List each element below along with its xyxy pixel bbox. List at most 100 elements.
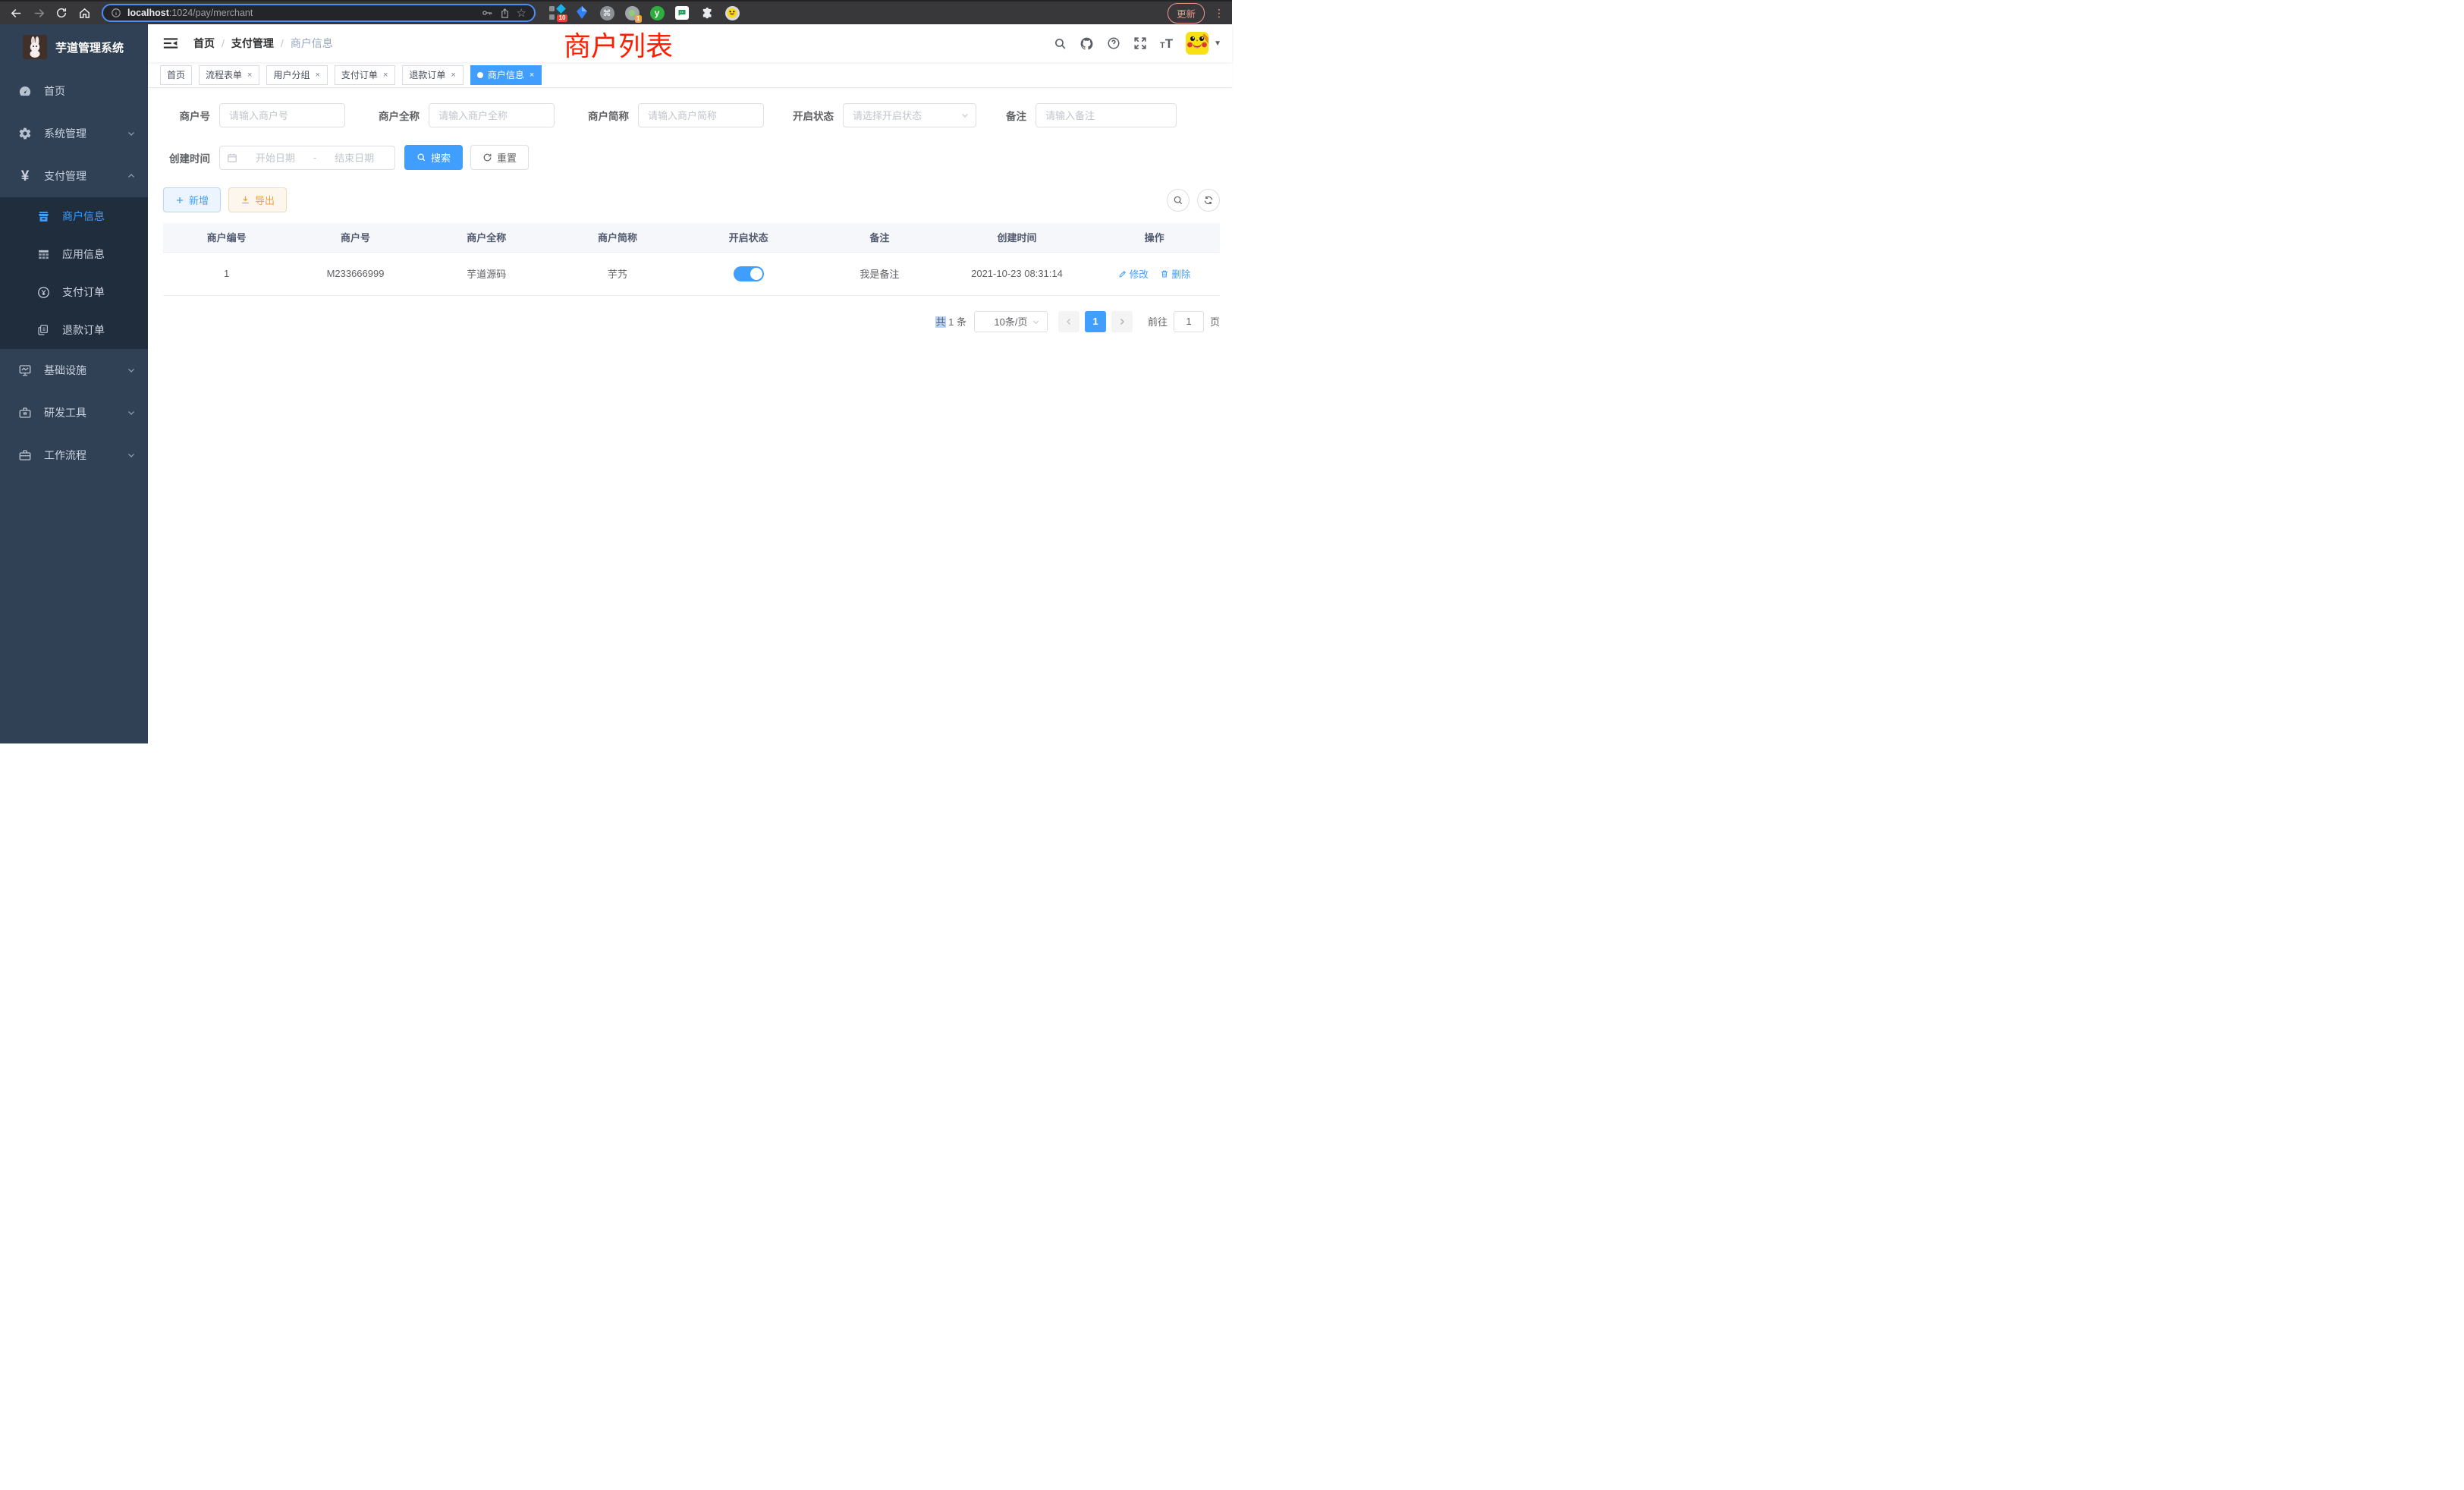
emoji-extension-icon[interactable] bbox=[724, 5, 740, 20]
y-logo-extension-icon[interactable]: y bbox=[649, 5, 665, 20]
bookmark-star-icon[interactable]: ☆ bbox=[517, 8, 526, 19]
tag-process-form[interactable]: 流程表单× bbox=[199, 65, 259, 85]
tag-merchant-info[interactable]: 商户信息× bbox=[470, 65, 542, 85]
monitor-chart-icon bbox=[17, 363, 33, 377]
kite-extension-icon[interactable] bbox=[574, 5, 589, 20]
sidebar-item-refund-order[interactable]: 退款订单 bbox=[0, 311, 148, 349]
tag-refund-order[interactable]: 退款订单× bbox=[402, 65, 463, 85]
tag-pay-order[interactable]: 支付订单× bbox=[335, 65, 395, 85]
sidebar-item-system[interactable]: 系统管理 bbox=[0, 112, 148, 155]
fullscreen-button[interactable] bbox=[1133, 36, 1147, 50]
toolbox-icon bbox=[17, 406, 33, 420]
main-area: 商户列表 首页 / 支付管理 / 商户信息 bbox=[148, 24, 1232, 743]
goto-page-input[interactable] bbox=[1174, 311, 1204, 332]
status-toggle[interactable] bbox=[734, 266, 764, 281]
col-create-time: 创建时间 bbox=[945, 223, 1089, 252]
short-name-input[interactable] bbox=[638, 103, 764, 127]
yen-circle-icon bbox=[35, 286, 52, 299]
font-size-button[interactable]: TT bbox=[1160, 37, 1173, 50]
col-merchant-id: 商户编号 bbox=[163, 223, 290, 252]
sidebar-item-app-info[interactable]: 应用信息 bbox=[0, 235, 148, 273]
export-button-label: 导出 bbox=[255, 193, 275, 207]
chevron-down-icon bbox=[127, 451, 136, 460]
status-extension-icon[interactable]: 1 bbox=[624, 5, 640, 20]
refresh-table-button[interactable] bbox=[1197, 189, 1220, 212]
payment-submenu: 商户信息 应用信息 支付订单 退款订单 bbox=[0, 197, 148, 349]
tag-home[interactable]: 首页 bbox=[160, 65, 192, 85]
plus-icon bbox=[175, 196, 184, 205]
browser-back-button[interactable] bbox=[6, 3, 26, 23]
create-time-range-picker[interactable]: 开始日期 - 结束日期 bbox=[219, 146, 395, 170]
delete-link[interactable]: 删除 bbox=[1160, 266, 1190, 281]
total-prefix: 共 bbox=[935, 316, 945, 328]
toggle-search-button[interactable] bbox=[1167, 189, 1190, 212]
remark-input[interactable] bbox=[1036, 103, 1177, 127]
status-select[interactable] bbox=[843, 103, 976, 127]
help-button[interactable] bbox=[1107, 36, 1120, 50]
breadcrumb-home[interactable]: 首页 bbox=[193, 36, 215, 51]
full-name-input[interactable] bbox=[429, 103, 555, 127]
puzzle-extensions-icon[interactable] bbox=[699, 5, 715, 20]
sidebar-item-dev-tools[interactable]: 研发工具 bbox=[0, 391, 148, 434]
browser-update-button[interactable]: 更新 bbox=[1168, 3, 1205, 24]
reset-button[interactable]: 重置 bbox=[470, 145, 529, 170]
extension-count-badge-one: 1 bbox=[635, 15, 642, 23]
sidebar-fold-button[interactable] bbox=[160, 33, 181, 53]
total-text: 1 条 bbox=[946, 316, 966, 328]
close-icon[interactable]: × bbox=[529, 71, 535, 80]
command-glyph: ⌘ bbox=[603, 8, 611, 18]
address-bar[interactable]: localhost:1024/pay/merchant ☆ bbox=[102, 4, 536, 22]
browser-forward-button[interactable] bbox=[29, 3, 49, 23]
tag-user-group[interactable]: 用户分组× bbox=[266, 65, 327, 85]
add-button[interactable]: 新增 bbox=[163, 187, 221, 212]
cell-remark: 我是备注 bbox=[814, 252, 945, 295]
browser-home-button[interactable] bbox=[74, 3, 94, 23]
table-row: 1 M233666999 芋道源码 芋艿 我是备注 2021-10-23 08:… bbox=[163, 252, 1220, 295]
page-1-button[interactable]: 1 bbox=[1085, 311, 1106, 332]
extension-badge10-icon[interactable]: 10 bbox=[549, 5, 564, 20]
browser-reload-button[interactable] bbox=[52, 3, 71, 23]
command-extension-icon[interactable]: ⌘ bbox=[599, 5, 614, 20]
sidebar-item-label: 工作流程 bbox=[44, 448, 127, 463]
calendar-icon bbox=[227, 152, 237, 163]
app-title: 芋道管理系统 bbox=[55, 39, 124, 55]
password-key-icon[interactable] bbox=[481, 7, 493, 19]
page-size-select[interactable]: 10条/页 bbox=[974, 311, 1048, 332]
browser-menu-icon[interactable]: ⋮ bbox=[1214, 7, 1224, 20]
status-select-input[interactable] bbox=[843, 103, 976, 127]
breadcrumb-payment[interactable]: 支付管理 bbox=[231, 36, 274, 51]
close-icon[interactable]: × bbox=[382, 71, 388, 80]
next-page-button[interactable] bbox=[1111, 311, 1133, 332]
sidebar-item-pay-order[interactable]: 支付订单 bbox=[0, 273, 148, 311]
close-icon[interactable]: × bbox=[247, 71, 253, 80]
grid-icon bbox=[35, 248, 52, 261]
status-label: 开启状态 bbox=[781, 108, 834, 123]
github-link-button[interactable] bbox=[1080, 36, 1094, 51]
sidebar-item-workflow[interactable]: 工作流程 bbox=[0, 434, 148, 476]
close-icon[interactable]: × bbox=[314, 71, 320, 80]
sidebar-item-infrastructure[interactable]: 基础设施 bbox=[0, 349, 148, 391]
chat-extension-icon[interactable] bbox=[674, 5, 690, 20]
prev-page-button[interactable] bbox=[1058, 311, 1080, 332]
user-menu[interactable]: ▼ bbox=[1186, 32, 1221, 55]
y-glyph: y bbox=[655, 8, 660, 18]
close-icon[interactable]: × bbox=[450, 71, 456, 80]
header-search-button[interactable] bbox=[1054, 37, 1067, 50]
page-info-icon[interactable] bbox=[111, 8, 121, 18]
full-name-label: 商户全称 bbox=[362, 108, 420, 123]
col-short-name: 商户简称 bbox=[552, 223, 684, 252]
search-button[interactable]: 搜索 bbox=[404, 145, 463, 170]
store-icon bbox=[35, 210, 52, 223]
edit-link[interactable]: 修改 bbox=[1118, 266, 1149, 281]
page-size-value: 10条/页 bbox=[994, 314, 1027, 328]
export-button[interactable]: 导出 bbox=[228, 187, 287, 212]
app-logo[interactable]: 芋道管理系统 bbox=[0, 24, 148, 70]
browser-toolbar: localhost:1024/pay/merchant ☆ 10 ⌘ 1 y bbox=[0, 0, 1232, 24]
sidebar-item-payment[interactable]: ¥ 支付管理 bbox=[0, 155, 148, 197]
merchant-no-input[interactable] bbox=[219, 103, 345, 127]
col-actions: 操作 bbox=[1089, 223, 1220, 252]
navbar: 首页 / 支付管理 / 商户信息 TT bbox=[148, 24, 1232, 62]
share-icon[interactable] bbox=[499, 8, 511, 19]
sidebar-item-merchant-info[interactable]: 商户信息 bbox=[0, 197, 148, 235]
sidebar-item-home[interactable]: 首页 bbox=[0, 70, 148, 112]
